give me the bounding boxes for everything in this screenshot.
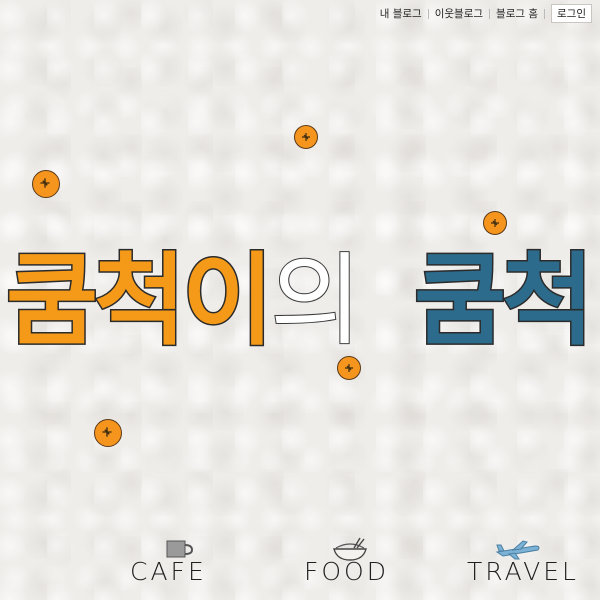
menu-label-food: FOOD — [304, 557, 389, 586]
blog-title-part3: 쿰척 — [413, 242, 596, 359]
menu-label-cafe: CAFE — [130, 557, 207, 586]
nav-divider — [544, 8, 546, 19]
neighbor-blog-link[interactable]: 이웃블로그 — [429, 6, 489, 21]
login-button[interactable]: 로그인 — [551, 4, 592, 23]
menu-label-travel: TRAVEL — [467, 557, 579, 586]
menu-item-food[interactable]: FOOD — [304, 536, 404, 586]
category-menu: CAFE FOOD TRAVEL — [0, 536, 600, 596]
orange-coin-icon — [94, 419, 122, 447]
orange-coin-icon — [294, 125, 318, 149]
blog-title-part2: 의 — [269, 242, 363, 359]
my-blog-link[interactable]: 내 블로그 — [374, 6, 428, 21]
orange-coin-icon — [32, 170, 60, 198]
top-navigation: 내 블로그 이웃블로그 블로그 홈 로그인 — [374, 4, 592, 23]
menu-item-cafe[interactable]: CAFE — [130, 536, 230, 586]
blog-title: 쿰척이 의 쿰척 — [0, 236, 600, 366]
orange-coin-icon — [483, 211, 507, 235]
blog-title-part1: 쿰척이 — [5, 242, 276, 359]
menu-item-travel[interactable]: TRAVEL — [467, 536, 582, 586]
blog-home-link[interactable]: 블로그 홈 — [490, 6, 544, 21]
